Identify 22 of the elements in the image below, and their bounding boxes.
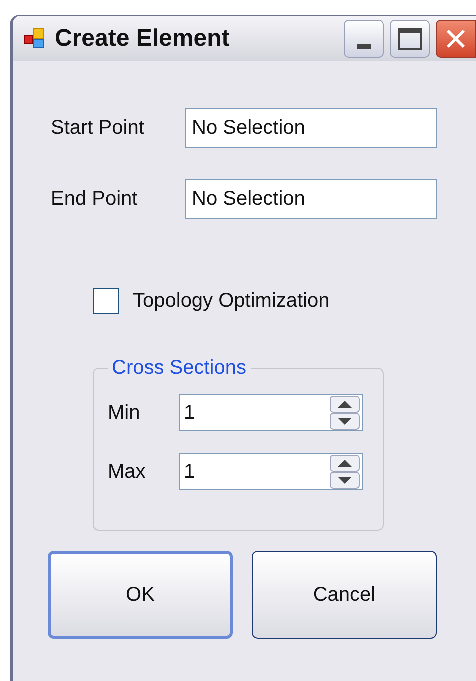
text-field[interactable]: No Selection xyxy=(185,108,437,148)
maximize-icon xyxy=(398,28,422,50)
close-icon xyxy=(445,28,467,50)
window-title: Create Element xyxy=(55,24,230,54)
spinner-label: Max xyxy=(108,460,147,484)
minimize-button[interactable] xyxy=(344,20,384,58)
field-label: Start Point xyxy=(51,116,146,141)
spinner-value: 1 xyxy=(184,400,196,426)
checkbox[interactable] xyxy=(93,288,119,314)
spinner-label: Min xyxy=(108,400,142,426)
minimize-icon xyxy=(357,44,371,48)
spinner-value: 1 xyxy=(184,460,196,484)
checkbox-label: Topology Optimization xyxy=(133,289,330,314)
maximize-button[interactable] xyxy=(390,20,430,58)
number-spinner[interactable]: 1 xyxy=(179,394,363,431)
dialog-button[interactable]: Cancel xyxy=(252,551,437,639)
text-field[interactable]: No Selection xyxy=(185,179,437,219)
number-spinner[interactable]: 1 xyxy=(179,453,363,490)
dialog-button[interactable]: OK xyxy=(48,551,233,639)
field-label: End Point xyxy=(51,187,139,212)
app-icon xyxy=(23,26,47,50)
close-button[interactable] xyxy=(436,20,476,58)
